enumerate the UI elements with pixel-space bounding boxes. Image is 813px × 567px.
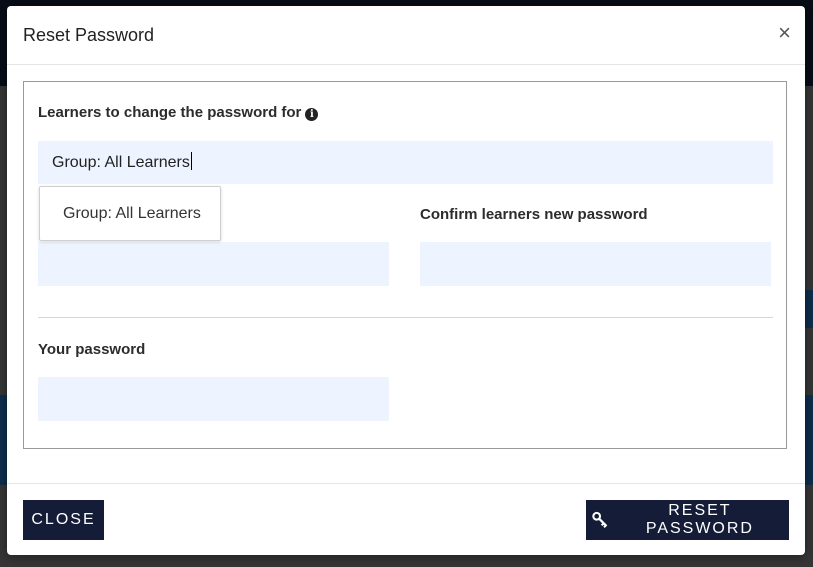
reset-password-form: Learners to change the password for i Gro… <box>23 81 787 449</box>
new-password-input[interactable] <box>38 242 389 286</box>
reset-password-button[interactable]: RESET PASSWORD <box>586 500 789 540</box>
modal-footer: CLOSE RESET PASSWORD <box>7 483 805 556</box>
info-icon[interactable]: i <box>305 108 319 121</box>
learners-label-text: Learners to change the password for <box>38 104 302 121</box>
text-caret <box>190 152 192 170</box>
close-icon[interactable]: × <box>778 22 791 44</box>
your-password-input[interactable] <box>38 377 389 421</box>
close-button[interactable]: CLOSE <box>23 500 104 540</box>
modal-header: Reset Password × <box>7 6 805 65</box>
learners-select-input[interactable]: Group: All Learners <box>38 141 773 184</box>
learners-label: Learners to change the password for i <box>38 104 319 121</box>
dropdown-option-all-learners[interactable]: Group: All Learners <box>63 205 201 223</box>
reset-password-modal: Reset Password × Learners to change the … <box>7 6 805 555</box>
your-password-label: Your password <box>38 341 146 358</box>
modal-title: Reset Password <box>23 25 155 45</box>
learners-dropdown: Group: All Learners <box>39 186 221 241</box>
confirm-password-label: Confirm learners new password <box>420 206 648 223</box>
confirm-password-input[interactable] <box>420 242 771 286</box>
reset-password-label: RESET PASSWORD <box>645 502 754 537</box>
key-icon <box>592 511 608 529</box>
learners-select-value: Group: All Learners <box>52 154 190 171</box>
form-divider <box>38 317 773 318</box>
